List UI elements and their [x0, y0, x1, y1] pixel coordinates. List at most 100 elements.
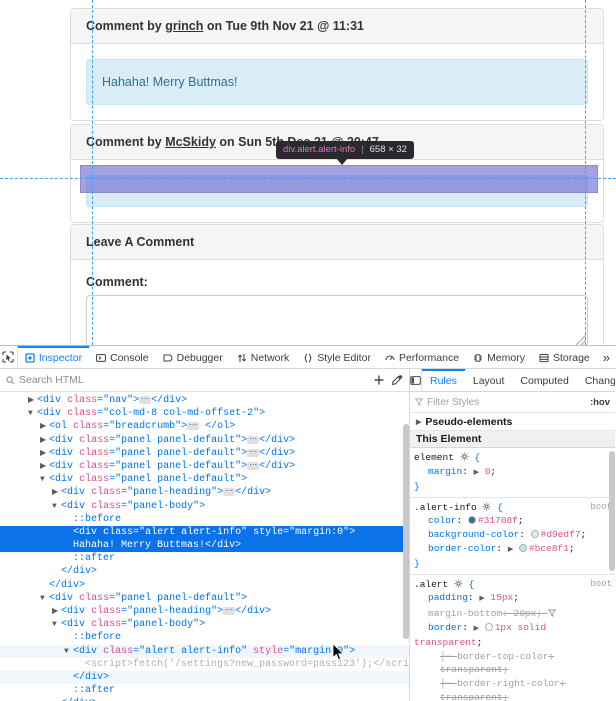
css-value[interactable]: #31708f — [478, 515, 518, 526]
css-value[interactable]: 0 — [485, 466, 491, 477]
markup-twisty[interactable]: ▶ — [40, 460, 49, 473]
pseudo-elements-row[interactable]: ▶ Pseudo-elements — [410, 413, 615, 431]
css-property[interactable]: background-color — [414, 528, 519, 542]
markup-twisty[interactable]: ▼ — [52, 618, 61, 631]
filter-icon[interactable] — [548, 609, 556, 617]
markup-line[interactable]: </div> — [0, 697, 409, 701]
css-value[interactable]: #bce8f1 — [529, 543, 569, 554]
markup-line[interactable]: ▶<ol class="breadcrumb">⋯ </ol> — [0, 420, 409, 433]
tab-storage[interactable]: Storage — [532, 346, 597, 368]
markup-line[interactable]: ▼<div class="panel panel-default"> — [0, 473, 409, 486]
css-declaration[interactable]: border: ▶ 1px solid transparent; — [414, 621, 615, 650]
rules-tab-computed[interactable]: Computed — [512, 369, 576, 391]
css-value[interactable]: 20px — [514, 608, 537, 619]
css-declaration[interactable]: color: #31708f; — [414, 514, 615, 528]
css-property[interactable]: margin — [414, 465, 462, 479]
markup-line[interactable]: ▼<div class="col-md-8 col-md-offset-2"> — [0, 407, 409, 420]
search-input[interactable]: Search HTML — [6, 374, 367, 386]
markup-line[interactable]: </div> — [0, 565, 409, 578]
markup-line[interactable]: ::after — [0, 684, 409, 697]
css-declaration[interactable]: background-color: #d9edf7; — [414, 528, 615, 542]
markup-twisty[interactable]: ▶ — [52, 605, 61, 618]
comment-author-2[interactable]: McSkidy — [165, 135, 216, 149]
markup-scrollbar[interactable] — [403, 424, 409, 639]
css-property[interactable]: border-top-color — [457, 650, 548, 664]
tab-debugger[interactable]: Debugger — [156, 346, 230, 368]
markup-line[interactable]: <script>fetch('/settings?new_password=pa… — [0, 658, 409, 671]
resize-grip-icon[interactable] — [576, 335, 586, 345]
markup-twisty[interactable]: ▶ — [40, 420, 49, 433]
css-rule[interactable]: element {margin: ▶ 0;} — [410, 448, 615, 498]
comment-textarea[interactable] — [86, 295, 588, 345]
markup-line[interactable]: ▼<div class="panel-body"> — [0, 618, 409, 631]
eyedropper-button[interactable] — [391, 374, 403, 386]
markup-tree[interactable]: ▶<div class="nav">⋯</div> ▼<div class="c… — [0, 392, 409, 701]
css-property[interactable]: margin-bottom — [414, 607, 502, 621]
css-value[interactable]: transparent — [440, 664, 503, 675]
markup-line[interactable]: ▼<div class="panel panel-default"> — [0, 592, 409, 605]
css-value[interactable]: #d9edf7 — [541, 529, 581, 540]
markup-line[interactable]: ▶<div class="panel panel-default">⋯</div… — [0, 460, 409, 473]
css-declaration[interactable]: padding: ▶ 15px; — [414, 591, 615, 607]
markup-line[interactable]: ▶<div class="panel panel-default">⋯</div… — [0, 434, 409, 447]
tab-console[interactable]: Console — [89, 346, 156, 368]
markup-line[interactable]: ::before — [0, 513, 409, 526]
css-property[interactable]: border-right-color — [457, 677, 560, 691]
css-property[interactable]: color — [414, 514, 457, 528]
markup-line[interactable]: ▼<div class="panel-body"> — [0, 500, 409, 513]
css-property[interactable]: border-color — [414, 542, 496, 556]
markup-twisty[interactable]: ▶ — [40, 447, 49, 460]
markup-line[interactable]: ▶<div class="panel panel-default">⋯</div… — [0, 447, 409, 460]
tab-memory[interactable]: Memory — [466, 346, 532, 368]
gear-icon[interactable] — [454, 579, 463, 588]
rules-scrollbar[interactable] — [609, 451, 615, 571]
tab-performance[interactable]: Performance — [378, 346, 466, 368]
gear-icon[interactable] — [460, 452, 469, 461]
css-value[interactable]: 15px — [490, 592, 513, 603]
rule-selector[interactable]: element { — [414, 451, 615, 465]
markup-line[interactable]: ▶<div class="nav">⋯</div> — [0, 394, 409, 407]
markup-line[interactable]: </div> — [0, 671, 409, 684]
css-rule[interactable]: boot.alert {padding: ▶ 15px;margin-botto… — [410, 575, 615, 701]
filter-styles-input[interactable]: Filter Styles — [415, 397, 479, 408]
markup-line[interactable]: Hahaha! Merry Buttmas!</div> — [0, 539, 409, 552]
markup-twisty[interactable]: ▶ — [28, 394, 37, 407]
markup-twisty[interactable]: ▶ — [52, 486, 61, 499]
rules-tab-changes[interactable]: Chang — [577, 369, 615, 391]
rules-list[interactable]: element {margin: ▶ 0;} boot .alert-info {c… — [410, 448, 615, 701]
rule-origin[interactable]: boot — [590, 578, 612, 592]
markup-line[interactable]: ::before — [0, 631, 409, 644]
css-property[interactable]: padding — [414, 591, 468, 605]
rules-tab-rules[interactable]: Rules — [422, 369, 465, 391]
tab-inspector[interactable]: Inspector — [18, 346, 89, 368]
color-swatch[interactable] — [519, 544, 527, 552]
css-declaration[interactable]: border-color: ▶ #bce8f1; — [414, 542, 615, 558]
comment-author-1[interactable]: grinch — [165, 19, 203, 33]
css-declaration[interactable]: margin: ▶ 0; — [414, 465, 615, 481]
markup-line[interactable]: </div> — [0, 579, 409, 592]
rule-selector[interactable]: .alert { — [414, 578, 615, 592]
css-declaration[interactable]: ├─ border-right-color: transparent; — [414, 677, 615, 701]
markup-twisty[interactable]: ▼ — [40, 473, 49, 486]
css-property[interactable]: border — [414, 621, 462, 635]
rule-selector[interactable]: .alert-info { — [414, 501, 615, 515]
hover-states-button[interactable]: :hov — [590, 397, 610, 408]
markup-line[interactable]: ▶<div class="panel-heading">⋯</div> — [0, 605, 409, 618]
element-picker-icon[interactable] — [0, 346, 18, 368]
css-declaration[interactable]: margin-bottom: 20px; — [414, 607, 615, 621]
gear-icon[interactable] — [482, 502, 491, 511]
markup-twisty[interactable]: ▼ — [28, 407, 37, 420]
color-swatch[interactable] — [485, 623, 493, 631]
color-swatch[interactable] — [468, 516, 476, 524]
markup-line[interactable]: ▼<div class="alert alert-info" style="ma… — [0, 645, 409, 658]
markup-line[interactable]: ::after — [0, 552, 409, 565]
sidebar-toggle-icon[interactable] — [410, 369, 422, 391]
markup-line[interactable]: ▶<div class="panel-heading">⋯</div> — [0, 486, 409, 499]
markup-twisty[interactable]: ▼ — [40, 592, 49, 605]
add-node-button[interactable] — [373, 374, 385, 386]
tab-style-editor[interactable]: Style Editor — [296, 346, 378, 368]
markup-twisty[interactable]: ▶ — [40, 434, 49, 447]
tab-network[interactable]: Network — [230, 346, 297, 368]
toolbar-overflow-button[interactable]: » — [597, 346, 616, 368]
markup-line[interactable]: <div class="alert alert-info" style="mar… — [0, 526, 409, 539]
